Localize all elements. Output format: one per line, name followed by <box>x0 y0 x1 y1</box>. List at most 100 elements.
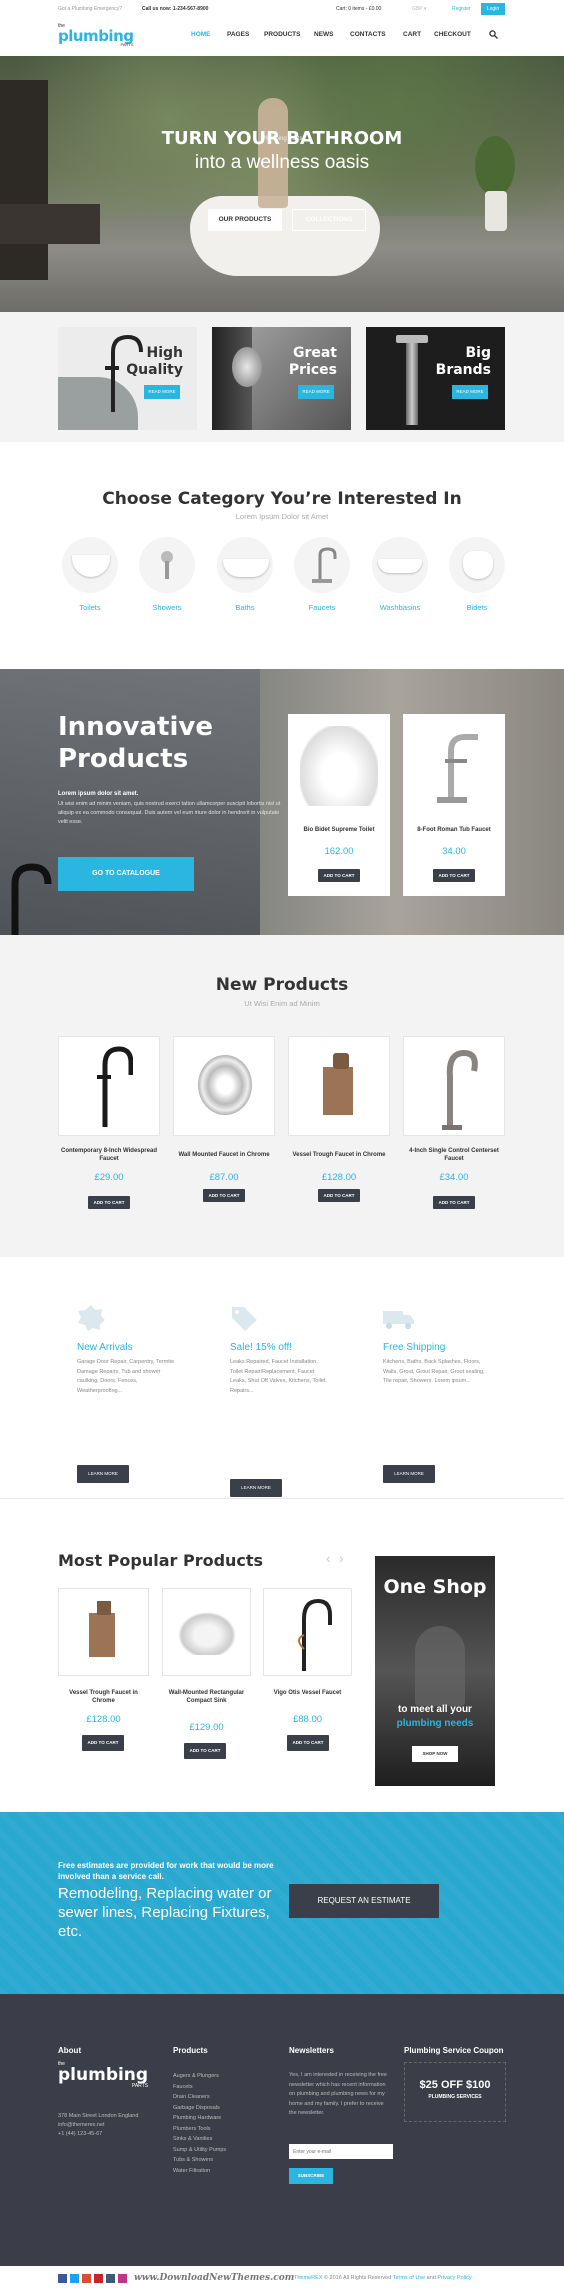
facebook-icon[interactable] <box>58 2274 67 2283</box>
new-product-image-3[interactable] <box>288 1036 390 1136</box>
currency-select[interactable]: GBP ▾ <box>412 6 426 12</box>
product-card-bidet[interactable]: Bio Bidet Supreme Toilet 162.00 ADD TO C… <box>288 714 390 896</box>
hero-banner: Plumbing Parts TURN YOUR BATHROOM into a… <box>0 56 564 312</box>
register-link[interactable]: Register <box>452 6 471 12</box>
footer-link[interactable]: Augers & Plungers <box>173 2071 226 2082</box>
category-toilets[interactable]: Toilets <box>58 535 122 612</box>
google-plus-icon[interactable] <box>82 2274 91 2283</box>
promo-read-more-3[interactable]: READ MORE <box>452 385 488 399</box>
learn-more-button[interactable]: LEARN MORE <box>230 1479 282 1497</box>
nav-pages[interactable]: PAGES <box>227 31 249 38</box>
coupon-box[interactable]: $25 OFF $100 PLUMBING SERVICES <box>404 2062 506 2122</box>
product-price: £128.00 <box>86 1714 121 1725</box>
promo-read-more-1[interactable]: READ MORE <box>144 385 180 399</box>
nav-checkout[interactable]: CHECKOUT <box>434 31 471 38</box>
carousel-prev-icon[interactable]: ‹ <box>326 1550 331 1566</box>
twitter-icon[interactable] <box>70 2274 79 2283</box>
themerex-link[interactable]: ThemeREX <box>294 2275 322 2281</box>
category-baths[interactable]: Baths <box>213 535 277 612</box>
add-to-cart-button[interactable]: ADD TO CART <box>88 1196 130 1209</box>
learn-more-button[interactable]: LEARN MORE <box>77 1465 129 1483</box>
footer-link[interactable]: Tubs & Showers <box>173 2155 226 2166</box>
nav-contacts[interactable]: CONTACTS <box>350 31 386 38</box>
new-products-section: New Products Ut Wisi Enim ad Minim Conte… <box>0 935 564 1257</box>
collections-button[interactable]: COLLECTIONS <box>292 209 366 231</box>
popular-product-image-2[interactable] <box>162 1588 251 1676</box>
pinterest-icon[interactable] <box>94 2274 103 2283</box>
shop-now-button[interactable]: SHOP NOW <box>412 1746 458 1762</box>
newsletter-email-input[interactable] <box>289 2144 393 2159</box>
product-name[interactable]: Vessel Trough Faucet in Chrome <box>288 1151 390 1159</box>
tumblr-icon[interactable] <box>106 2274 115 2283</box>
add-to-cart-button[interactable]: ADD TO CART <box>433 869 475 882</box>
new-product-image-4[interactable] <box>403 1036 505 1136</box>
popular-section: Most Popular Products ‹ › Vessel Trough … <box>0 1500 564 1812</box>
product-name[interactable]: Wall-Mounted Rectangular Compact Sink <box>162 1689 251 1705</box>
add-to-cart-button[interactable]: ADD TO CART <box>184 1743 226 1759</box>
footer-link[interactable]: Garbage Disposals <box>173 2103 226 2114</box>
product-name[interactable]: Contemporary 8-Inch Widespread Faucet <box>58 1147 160 1163</box>
footer-link[interactable]: Plumbing Hardware <box>173 2113 226 2124</box>
subscribe-button[interactable]: SUBSCRIBE <box>289 2168 333 2184</box>
footer-products-heading: Products <box>173 2046 208 2055</box>
nav-products[interactable]: PRODUCTS <box>264 31 300 38</box>
terms-link[interactable]: Terms of Use <box>393 2275 425 2281</box>
features-section: New Arrivals Garage Door Repair, Carpent… <box>0 1257 564 1499</box>
promo-high-quality: High Quality READ MORE <box>58 327 197 430</box>
product-price: £34.00 <box>439 1172 469 1183</box>
product-name[interactable]: Vessel Trough Faucet in Chrome <box>58 1689 149 1705</box>
footer-link[interactable]: Plumbers Tools <box>173 2124 226 2135</box>
promo-title-1b: Quality <box>126 362 183 378</box>
login-button[interactable]: Login <box>481 3 505 15</box>
footer-link[interactable]: Drain Cleaners <box>173 2092 226 2103</box>
instagram-icon[interactable] <box>118 2274 127 2283</box>
product-card-tub-faucet[interactable]: 8-Foot Roman Tub Faucet 34.00 ADD TO CAR… <box>403 714 505 896</box>
logo[interactable]: the plumbing PARTS <box>58 24 134 47</box>
our-products-button[interactable]: OUR PRODUCTS <box>208 209 282 231</box>
popular-product-image-1[interactable] <box>58 1588 149 1676</box>
promo-title-2b: Prices <box>288 362 337 378</box>
product-name[interactable]: Vigo Otis Vessel Faucet <box>263 1689 352 1697</box>
add-to-cart-button[interactable]: ADD TO CART <box>433 1196 475 1209</box>
category-bidets[interactable]: Bidets <box>445 535 509 612</box>
footer-logo[interactable]: the plumbing PARTS <box>58 2062 148 2089</box>
add-to-cart-button[interactable]: ADD TO CART <box>82 1735 124 1751</box>
product-name[interactable]: 8-Foot Roman Tub Faucet <box>403 826 505 834</box>
add-to-cart-button[interactable]: ADD TO CART <box>318 869 360 882</box>
category-washbasins[interactable]: Washbasins <box>368 535 432 612</box>
carousel-next-icon[interactable]: › <box>339 1550 344 1566</box>
new-products-title: New Products <box>215 975 349 995</box>
product-name[interactable]: 4-Inch Single Control Centerset Faucet <box>403 1147 505 1163</box>
footer-email[interactable]: info@themerex.net <box>58 2121 138 2130</box>
new-product-image-1[interactable] <box>58 1036 160 1136</box>
popular-product-image-3[interactable] <box>263 1588 352 1676</box>
footer-link[interactable]: Faucets <box>173 2082 226 2093</box>
footer-link[interactable]: Water Filtration <box>173 2166 226 2177</box>
footer-coupon-heading: Plumbing Service Coupon <box>404 2046 504 2055</box>
promo-title-1a: High <box>146 345 183 361</box>
privacy-link[interactable]: Privacy Policy <box>437 2275 471 2281</box>
add-to-cart-button[interactable]: ADD TO CART <box>287 1735 329 1751</box>
new-product-image-2[interactable] <box>173 1036 275 1136</box>
request-estimate-button[interactable]: REQUEST AN ESTIMATE <box>289 1884 439 1918</box>
cart-summary[interactable]: Cart: 0 items - £0.00 <box>336 6 381 12</box>
search-icon[interactable] <box>489 30 498 39</box>
feature-new-arrivals: New Arrivals Garage Door Repair, Carpent… <box>77 1305 177 1483</box>
category-faucets[interactable]: Faucets <box>290 535 354 612</box>
category-label: Faucets <box>308 603 336 612</box>
one-shop-banner[interactable]: One Shop to meet all your plumbing needs… <box>375 1556 495 1786</box>
nav-home[interactable]: HOME <box>191 31 211 38</box>
learn-more-button[interactable]: LEARN MORE <box>383 1465 435 1483</box>
footer-link[interactable]: Sinks & Vanities <box>173 2134 226 2145</box>
product-name[interactable]: Wall Mounted Faucet in Chrome <box>173 1151 275 1159</box>
category-showers[interactable]: Showers <box>135 535 199 612</box>
nav-cart[interactable]: CART <box>403 31 421 38</box>
product-name[interactable]: Bio Bidet Supreme Toilet <box>288 826 390 834</box>
add-to-cart-button[interactable]: ADD TO CART <box>203 1189 245 1202</box>
footer-link[interactable]: Sump & Utility Pumps <box>173 2145 226 2156</box>
go-to-catalogue-button[interactable]: GO TO CATALOGUE <box>58 857 194 891</box>
add-to-cart-button[interactable]: ADD TO CART <box>318 1189 360 1202</box>
promo-read-more-2[interactable]: READ MORE <box>298 385 334 399</box>
footer-logo-name: plumbing <box>58 2065 149 2085</box>
nav-news[interactable]: NEWS <box>314 31 334 38</box>
